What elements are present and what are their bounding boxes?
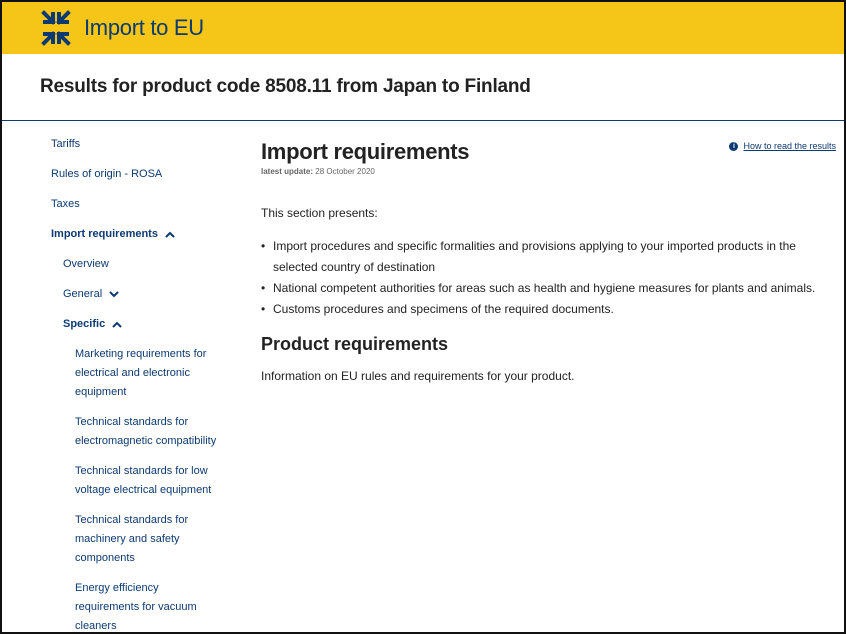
- main-content: i How to read the results Import require…: [261, 135, 844, 632]
- sidebar-nav: Tariffs Rules of origin - ROSA Taxes Imp…: [2, 135, 261, 632]
- results-header: Results for product code 8508.11 from Ja…: [2, 54, 844, 121]
- sidebar-item-label: Technical standards for low voltage elec…: [75, 465, 212, 496]
- product-requirements-title: Product requirements: [261, 334, 449, 354]
- intro-text: This section presents:: [261, 206, 378, 220]
- sidebar-item-rules-of-origin[interactable]: Rules of origin - ROSA: [51, 165, 261, 184]
- sidebar-item-taxes[interactable]: Taxes: [51, 195, 261, 214]
- info-icon: i: [729, 141, 739, 151]
- sidebar-item-label: Import requirements: [51, 228, 158, 240]
- page-frame: Import to EU Results for product code 85…: [0, 0, 846, 634]
- sidebar-item-label: General: [63, 288, 103, 300]
- last-update-label: latest update:: [261, 167, 314, 176]
- sidebar-item-emc-standards[interactable]: Technical standards for electromagnetic …: [51, 413, 223, 451]
- content-area: Tariffs Rules of origin - ROSA Taxes Imp…: [2, 121, 844, 632]
- list-item: • Customs procedures and specimens of the…: [261, 302, 614, 316]
- chevron-down-icon: [109, 290, 119, 298]
- sidebar-item-specific[interactable]: Specific: [51, 315, 261, 334]
- bullet-list: • Import procedures and specific formalit…: [261, 236, 836, 320]
- results-title: Results for product code 8508.11 from Ja…: [40, 76, 531, 97]
- sidebar-item-label: Technical standards for electromagnetic …: [75, 416, 217, 447]
- arrows-inward-icon: [41, 10, 71, 46]
- list-item-text: Import procedures and specific formaliti…: [273, 239, 796, 274]
- sidebar-item-label: Tariffs: [51, 138, 81, 150]
- sidebar-item-tariffs[interactable]: Tariffs: [51, 135, 261, 154]
- sidebar-item-label: Rules of origin - ROSA: [51, 168, 163, 180]
- list-item: • National competent authorities for area…: [261, 281, 816, 295]
- app-title[interactable]: Import to EU: [84, 15, 204, 41]
- sidebar-item-label: Energy efficiency requirements for vacuu…: [75, 582, 197, 632]
- chevron-up-icon: [112, 321, 122, 328]
- sidebar-item-import-requirements[interactable]: Import requirements: [51, 225, 261, 244]
- sidebar-item-label: Specific: [63, 318, 106, 330]
- top-bar: Import to EU: [2, 2, 844, 54]
- sidebar-item-energy-efficiency[interactable]: Energy efficiency requirements for vacuu…: [51, 579, 223, 632]
- sidebar-item-label: Technical standards for machinery and sa…: [75, 514, 189, 564]
- sidebar-item-label: Taxes: [51, 198, 80, 210]
- product-requirements-text: Information on EU rules and requirements…: [261, 369, 575, 383]
- list-item-text: Customs procedures and specimens of the …: [273, 302, 614, 316]
- sidebar-item-overview[interactable]: Overview: [51, 255, 261, 274]
- sidebar-item-general[interactable]: General: [51, 285, 261, 304]
- sidebar-item-low-voltage-standards[interactable]: Technical standards for low voltage elec…: [51, 462, 223, 500]
- sidebar-item-label: Marketing requirements for electrical an…: [75, 348, 207, 398]
- chevron-up-icon: [165, 231, 175, 238]
- last-update-value: 28 October 2020: [315, 167, 375, 176]
- list-item: • Import procedures and specific formalit…: [261, 239, 796, 274]
- sidebar-item-marketing-requirements[interactable]: Marketing requirements for electrical an…: [51, 345, 223, 402]
- list-item-text: National competent authorities for areas…: [273, 281, 816, 295]
- sidebar-item-machinery-standards[interactable]: Technical standards for machinery and sa…: [51, 511, 223, 568]
- how-to-read-label: How to read the results: [743, 141, 836, 151]
- how-to-read-link[interactable]: i How to read the results: [729, 141, 836, 151]
- sidebar-item-label: Overview: [63, 258, 109, 270]
- last-update: latest update: 28 October 2020: [261, 167, 836, 176]
